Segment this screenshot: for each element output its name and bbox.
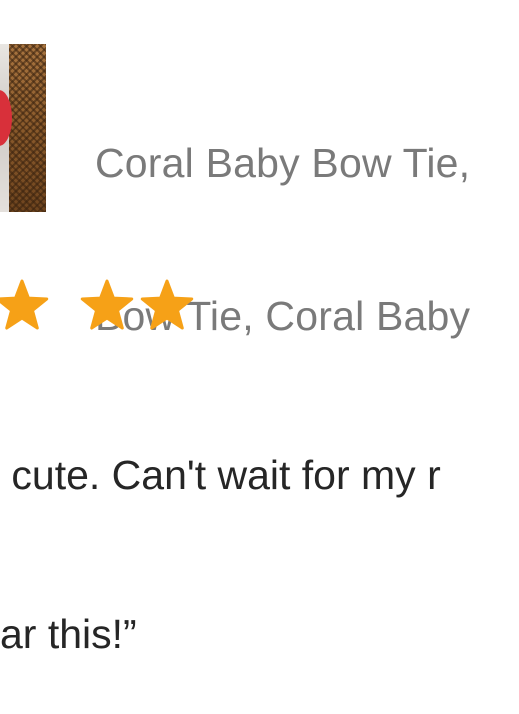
star-rating-graphic xyxy=(0,279,194,330)
review-text: cute. Can't wait for my r ar this!” xyxy=(0,343,519,714)
star-icon xyxy=(80,279,134,330)
review-text-line-2: ar this!” xyxy=(0,611,137,657)
star-icon xyxy=(0,279,49,330)
product-title-line-1: Coral Baby Bow Tie, xyxy=(95,140,471,186)
star-rating xyxy=(0,277,200,337)
product-title[interactable]: Coral Baby Bow Tie, Bow Tie, Coral Baby xyxy=(95,36,519,393)
thumbnail-red-accent xyxy=(0,90,12,146)
star-icon xyxy=(140,279,194,330)
review-text-line-1: cute. Can't wait for my r xyxy=(0,452,441,498)
product-thumbnail[interactable] xyxy=(0,44,46,212)
